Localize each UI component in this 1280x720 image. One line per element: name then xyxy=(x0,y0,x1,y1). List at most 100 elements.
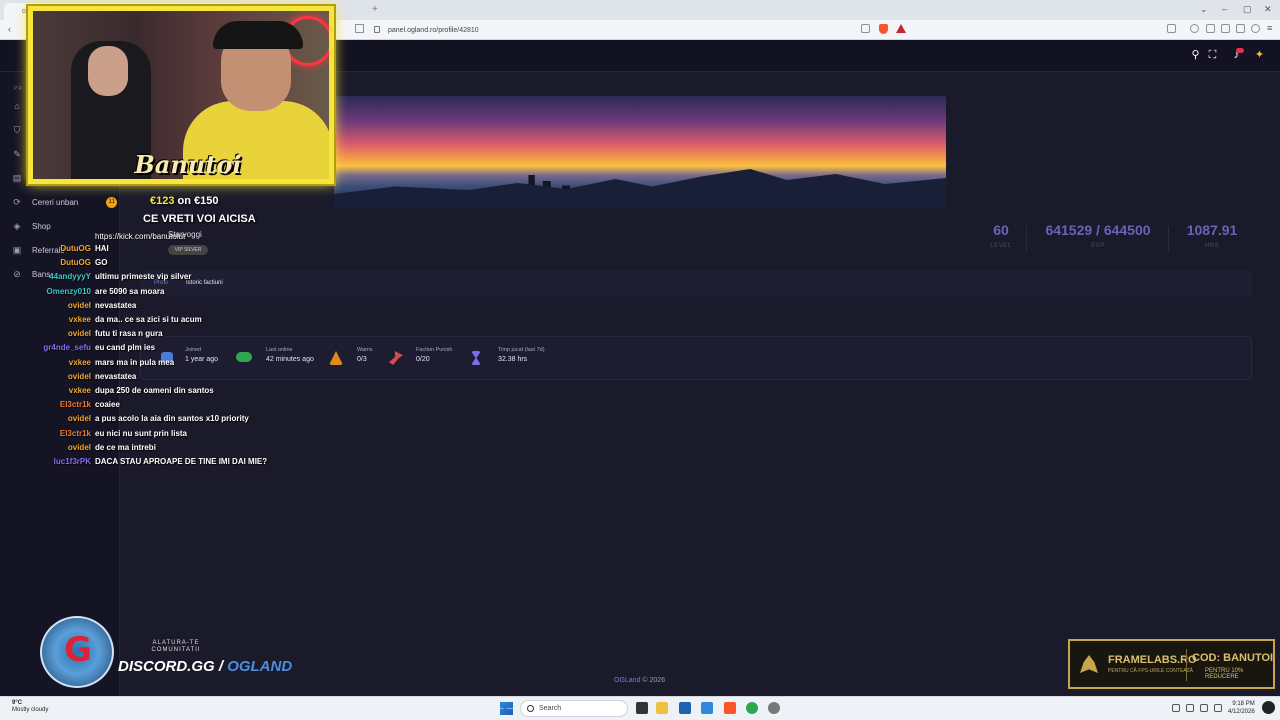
minimize-icon[interactable]: – xyxy=(1222,4,1227,14)
chat-text: dupa 250 de oameni din santos xyxy=(95,386,214,395)
footer-brand[interactable]: OGLand xyxy=(614,677,640,684)
chat-message: ovidel nevastatea xyxy=(0,301,330,315)
weather-widget[interactable]: 9°C Mostly cloudy xyxy=(12,700,48,714)
new-tab-icon[interactable]: + xyxy=(372,4,378,15)
wallet-icon[interactable] xyxy=(1221,24,1230,33)
chat-text: GO xyxy=(95,258,108,268)
info-value: 0/20 xyxy=(416,356,430,363)
start-icon[interactable] xyxy=(500,702,513,715)
search-icon xyxy=(527,705,534,712)
extensions-icon[interactable] xyxy=(1236,24,1245,33)
page-footer: OGLand © 2026 xyxy=(614,677,665,684)
location-icon[interactable]: ⚲ xyxy=(1190,50,1201,61)
music-icon[interactable] xyxy=(1190,24,1199,33)
maximize-icon[interactable]: ▢ xyxy=(1243,4,1252,15)
file-explorer-icon[interactable] xyxy=(656,702,668,714)
chevron-down-icon[interactable]: ⌄ xyxy=(1200,4,1208,15)
sidebar-icon[interactable] xyxy=(1206,24,1215,33)
sidebar-item-shop[interactable]: ◈ Shop xyxy=(12,219,51,233)
edit-icon: ✎ xyxy=(13,149,21,159)
stat-exp: 641529 / 644500 EXP xyxy=(1036,222,1160,249)
chat-username: ovidel xyxy=(67,300,91,310)
sidebar-section-label: PR xyxy=(14,86,23,92)
store-icon[interactable] xyxy=(679,702,691,714)
tag-icon: ◈ xyxy=(13,221,21,231)
sponsor-tagline: PENTRU CĂ FPS-URILE CONTEAZĂ xyxy=(1108,668,1194,674)
chat-message: El3ctr1k eu nici nu sunt prin lista xyxy=(0,429,330,443)
taskbar-search[interactable]: Search xyxy=(520,700,628,717)
stat-value: 1087.91 xyxy=(1186,222,1238,238)
sidebar-item-label: Shop xyxy=(32,221,51,231)
battery-icon[interactable] xyxy=(1214,704,1222,712)
stat-hours: 1087.91 HRS xyxy=(1180,222,1244,249)
theme-toggle-icon[interactable]: ✦ xyxy=(1254,50,1265,61)
brave-shields-icon[interactable] xyxy=(879,24,888,34)
chat-text: futu ti rasa n gura xyxy=(95,329,163,339)
chat-message: 44andyyyY ultimu primeste vip silver xyxy=(0,272,330,286)
site-info-icon[interactable] xyxy=(374,26,380,33)
chat-message: vxkee mars ma in pula mea xyxy=(0,358,330,372)
sponsor-discount: PENTRU 10% REDUCERE xyxy=(1205,668,1244,680)
chat-text: a pus acolo la aia din santos x10 priori… xyxy=(95,414,249,424)
back-icon[interactable]: ‹ xyxy=(8,24,11,34)
chat-username: vxkee xyxy=(68,386,91,395)
chat-message: gr4nde_sefu eu cand plm ies xyxy=(0,343,330,357)
chat-text: nevastatea xyxy=(95,371,137,381)
notification-icon[interactable] xyxy=(1262,701,1275,714)
stat-value: 641529 / 644500 xyxy=(1045,222,1151,238)
chat-message: luc1f3rPK DACA STAU APROAPE DE TINE IMI D… xyxy=(0,457,330,471)
chat-message: El3ctr1k coaiee xyxy=(0,400,330,414)
goal-current: €123 xyxy=(150,195,175,207)
sponsor-banner: FRAMELABS.RO PENTRU CĂ FPS-URILE CONTEAZ… xyxy=(1068,639,1275,689)
menu-icon[interactable]: ≡ xyxy=(1267,23,1272,33)
chat-text: de ce ma intrebi xyxy=(95,442,156,452)
volume-icon[interactable] xyxy=(1200,704,1208,712)
chat-text: eu cand plm ies xyxy=(95,343,156,353)
chat-username: ovidel xyxy=(67,329,91,339)
brave-icon[interactable] xyxy=(724,702,736,714)
chat-username: DutuOG xyxy=(60,244,91,253)
address-bar[interactable]: panel.ogland.ro/profile/42810 xyxy=(366,23,896,37)
stat-level: 60 LEVEL xyxy=(985,222,1017,249)
sidebar-item-label: Cereri unban xyxy=(32,197,79,207)
unban-count-badge: 11 xyxy=(106,196,118,208)
discord-link-name: OGLAND xyxy=(227,658,293,675)
shield-icon: ⛉ xyxy=(13,125,21,135)
chat-username: El3ctr1k xyxy=(59,428,91,438)
wifi-icon[interactable] xyxy=(1186,704,1194,712)
settings-icon[interactable] xyxy=(768,702,780,714)
fullscreen-icon[interactable]: ⛶ xyxy=(1207,50,1218,61)
close-icon[interactable]: ✕ xyxy=(1264,4,1272,15)
cast-icon[interactable] xyxy=(1167,24,1176,33)
goal-on: on xyxy=(177,195,191,207)
chat-text: coaiee xyxy=(95,400,120,410)
chat-text: are 5090 sa moara xyxy=(95,286,165,296)
rewards-icon[interactable] xyxy=(896,24,906,33)
clock[interactable]: 9:18 PM 4/12/2026 xyxy=(1228,700,1255,716)
search-label: Search xyxy=(539,705,562,712)
chat-message: DutuOG GO xyxy=(0,258,330,272)
mail-icon[interactable] xyxy=(701,702,713,714)
chat-message: Omenzy010 are 5090 sa moara xyxy=(0,287,330,301)
chat-username: ovidel xyxy=(67,371,91,381)
chat-text: eu nici nu sunt prin lista xyxy=(95,428,188,438)
chat-username: luc1f3rPK xyxy=(53,457,91,466)
network-icon[interactable] xyxy=(1172,704,1180,712)
vpn-icon[interactable] xyxy=(1251,24,1260,33)
task-view-icon[interactable] xyxy=(636,702,648,714)
share-icon[interactable] xyxy=(861,24,870,33)
bookmark-icon[interactable] xyxy=(355,24,364,33)
footer-copyright: © 2026 xyxy=(642,677,666,684)
streamer-name-overlay: Banutoi xyxy=(128,150,248,179)
chat-text: mars ma in pula mea xyxy=(95,357,175,367)
viewer-name: Starvoggi xyxy=(168,230,202,239)
app-icon[interactable] xyxy=(746,702,758,714)
chat-message: vxkee da ma.. ce sa zici si tu acum xyxy=(0,315,330,329)
chat-username: ovidel xyxy=(67,442,91,452)
warning-icon xyxy=(329,351,343,365)
stat-divider xyxy=(1026,226,1027,252)
sidebar-item-unban[interactable]: ⟳ Cereri unban 11 xyxy=(12,195,118,209)
notification-badge xyxy=(1236,48,1244,53)
chat-message: vxkee dupa 250 de oameni din santos xyxy=(0,386,330,400)
stream-message: CE VRETI VOI AICISA xyxy=(143,213,256,225)
